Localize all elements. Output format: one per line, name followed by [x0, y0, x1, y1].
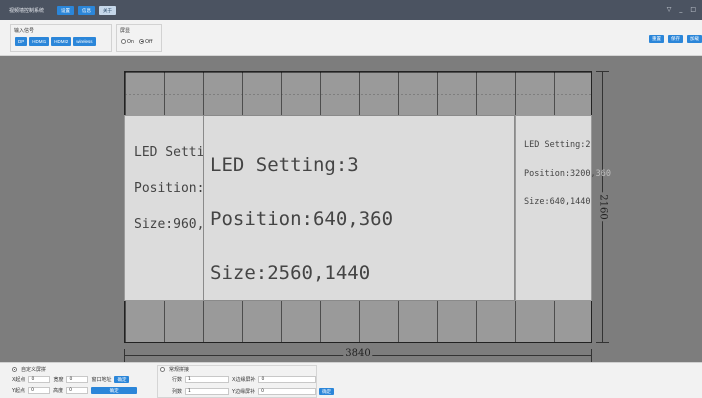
save-button[interactable]: 保存 [668, 35, 683, 43]
y-start-value: 0 [31, 388, 34, 393]
screen-on-option[interactable]: On [121, 39, 134, 45]
led-window-2-overflow: 360 [595, 168, 612, 179]
right-button-group: 重置 保存 加载 [649, 35, 702, 43]
custom-apply-button[interactable]: 确定 [91, 387, 138, 394]
dropdown-icon[interactable]: ▽ [667, 6, 672, 13]
led-window-1-line: Position:6 [134, 181, 204, 196]
normal-splice-header[interactable]: 常规拼接 [160, 366, 189, 373]
width-tick-end [591, 349, 592, 362]
radio-icon[interactable] [121, 39, 126, 44]
normal-confirm-button[interactable]: 确定 [319, 388, 335, 395]
y-start-label: Y起点 [12, 388, 26, 394]
y-border-value: 0 [261, 389, 264, 394]
custom-row-2: Y起点 0 高度 0 确定 [12, 387, 138, 394]
app-title: 视频墙控制系统 [9, 7, 45, 14]
led-window-2-line: Position:3200,360 [524, 169, 611, 180]
source-hdmi2-button[interactable]: HDMI2 [51, 37, 72, 46]
cols-input[interactable]: 1 [185, 388, 230, 395]
x-border-label: X边缘屏补 [232, 377, 256, 383]
height-label: 高度 [53, 388, 64, 394]
height-dimension: 2160 [596, 71, 610, 343]
height-tick-start [596, 71, 609, 72]
source-hdmi1-button[interactable]: HDMI1 [29, 37, 50, 46]
height-dimension-label: 2160 [597, 192, 609, 222]
width-input[interactable]: 0 [66, 376, 89, 383]
height-value: 0 [69, 388, 72, 393]
x-start-value: 0 [31, 377, 35, 382]
normal-splice-label: 常规拼接 [169, 367, 190, 373]
maximize-icon[interactable]: □ [690, 6, 696, 13]
y-border-label: Y边缘屏补 [232, 389, 256, 395]
led-window-3-line: Position:640,360 [210, 208, 394, 230]
rows-input[interactable]: 1 [185, 376, 230, 383]
led-window-3-line: Size:2560,1440 [210, 262, 371, 284]
rows-value: 1 [188, 377, 191, 382]
control-panel: 输入信号 DP HDMI1 HDMI2 wireless 屏显 On Off 重… [0, 20, 702, 56]
height-tick-end [596, 342, 609, 343]
minimize-icon[interactable]: _ [679, 6, 682, 13]
normal-splice-group: 常规拼接 行数 1 X边缘屏补 0 列数 1 Y边缘屏补 0 确定 [157, 365, 335, 398]
load-button[interactable]: 加载 [687, 35, 702, 43]
cols-value: 1 [188, 389, 191, 394]
x-border-value: 0 [261, 377, 265, 382]
custom-row-1: X起点 0 宽度 0 窗口地址 确定 [12, 376, 130, 383]
screen-off-option[interactable]: Off [139, 39, 153, 45]
normal-row-1: 行数 1 X边缘屏补 0 [172, 376, 317, 383]
led-window-2-line: LED Setting:2 [524, 140, 591, 150]
led-window-2-position: Position:3200, [524, 168, 596, 179]
title-bar: 视频墙控制系统 设置 信息 关于 ▽ _ □ [0, 0, 702, 20]
width-dimension: 3840 [124, 348, 592, 363]
screen-on-label: On [127, 39, 135, 45]
cols-label: 列数 [172, 389, 183, 395]
led-window-2-line: Size:640,1440 [524, 197, 591, 207]
reset-button[interactable]: 重置 [649, 35, 664, 43]
screen-display-label: 屏显 [120, 28, 131, 34]
tab-about[interactable]: 关于 [99, 5, 116, 15]
radio-icon[interactable] [160, 367, 165, 372]
screen-off-label: Off [145, 39, 153, 45]
led-window-3-line: LED Setting:3 [210, 154, 359, 176]
width-label: 宽度 [53, 377, 64, 383]
source-wireless-button[interactable]: wireless [73, 37, 96, 46]
radio-selected-icon[interactable] [139, 39, 145, 44]
led-window-3[interactable]: LED Setting:3 Position:640,360 Size:2560… [203, 115, 515, 301]
tab-settings[interactable]: 设置 [57, 5, 74, 15]
tab-info[interactable]: 信息 [78, 5, 95, 15]
custom-splice-group: 自定义屏拼 X起点 0 宽度 0 窗口地址 确定 Y起点 0 高度 0 确定 [10, 365, 160, 398]
custom-splice-header[interactable]: 自定义屏拼 [12, 366, 46, 373]
led-window-1[interactable]: LED Settir Position:6 Size:960,1 [124, 115, 204, 301]
screen-display-group: 屏显 On Off [116, 24, 162, 52]
x-border-input[interactable]: 0 [258, 376, 317, 383]
bottom-panel: 自定义屏拼 X起点 0 宽度 0 窗口地址 确定 Y起点 0 高度 0 确定 常… [0, 362, 702, 398]
custom-splice-label: 自定义屏拼 [21, 367, 47, 373]
source-dp-button[interactable]: DP [15, 37, 28, 46]
x-start-input[interactable]: 0 [28, 376, 51, 383]
input-source-buttons: DP HDMI1 HDMI2 wireless [15, 37, 96, 46]
width-value: 0 [69, 377, 73, 382]
led-window-2[interactable]: LED Setting:2 Position:3200,360 Size:640… [515, 115, 611, 301]
led-window-1-line: LED Settir [134, 145, 204, 160]
normal-row-2: 列数 1 Y边缘屏补 0 确定 [172, 388, 335, 395]
y-start-input[interactable]: 0 [28, 387, 51, 394]
screen-radio-row: On Off [121, 39, 153, 45]
window-controls: ▽ _ □ [667, 6, 696, 13]
x-start-label: X起点 [12, 377, 26, 383]
rows-label: 行数 [172, 377, 183, 383]
radio-selected-icon[interactable] [12, 367, 17, 372]
width-tick-start [124, 349, 125, 362]
height-input[interactable]: 0 [66, 387, 89, 394]
y-border-input[interactable]: 0 [258, 388, 317, 395]
width-dimension-label: 3840 [343, 348, 373, 359]
led-window-1-line: Size:960,1 [134, 217, 204, 232]
custom-confirm-button[interactable]: 确定 [114, 376, 130, 383]
input-source-group: 输入信号 DP HDMI1 HDMI2 wireless [10, 24, 112, 52]
window-address-label: 窗口地址 [91, 377, 112, 383]
input-source-label: 输入信号 [14, 28, 35, 34]
